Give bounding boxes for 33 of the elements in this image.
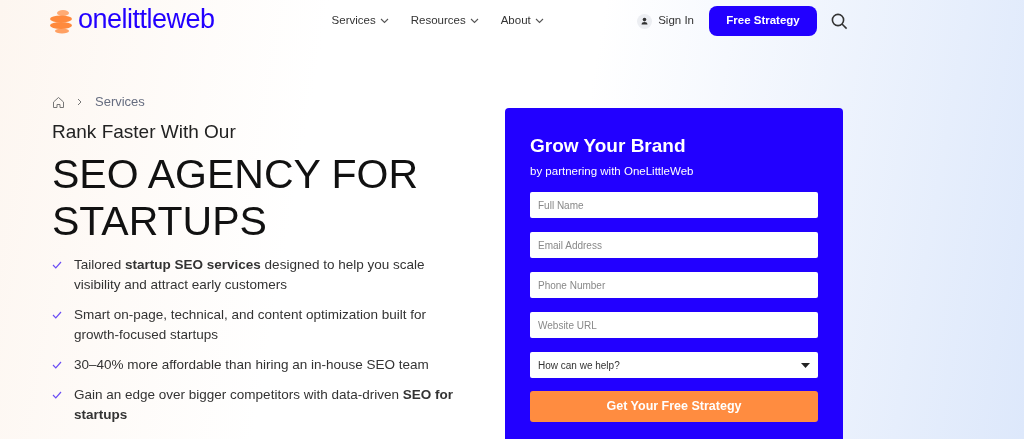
input-field[interactable]: Email Address <box>530 232 818 258</box>
input-field[interactable]: Phone Number <box>530 272 818 298</box>
hero-title: SEO AGENCY FOR <box>52 151 420 198</box>
select-field[interactable]: How can we help? <box>530 352 818 378</box>
check-icon <box>52 361 62 369</box>
chevron-down-icon <box>379 18 389 24</box>
bullet-text: Tailored startup SEO services designed to help you scale visibility and attract early customers <box>74 256 426 294</box>
dropdown-arrow-icon <box>801 362 810 368</box>
check-icon <box>52 261 62 269</box>
check-icon <box>52 391 62 399</box>
bullet-text: 30–40% more affordable than hiring an in-house SEO team <box>74 356 430 374</box>
free-strategy-button[interactable]: Free Strategy <box>709 6 817 36</box>
input-field[interactable]: Full Name <box>530 192 818 218</box>
bullet-text: Gain an edge over bigger competitors with data-driven SEO for startups <box>74 386 454 424</box>
nav-link[interactable]: Resources <box>410 12 479 30</box>
bullet-text: Smart on-page, technical, and content optimization built for growth-focused startups <box>74 306 427 344</box>
user-icon <box>637 13 653 29</box>
nav-link[interactable]: Services <box>331 12 389 30</box>
home-icon[interactable] <box>52 95 65 109</box>
input-field[interactable]: Website URL <box>530 312 818 338</box>
chevron-right-icon <box>77 98 83 106</box>
nav-link[interactable]: About <box>500 12 544 30</box>
logo-wordmark[interactable]: onelittleweb <box>78 5 215 33</box>
breadcrumb-link[interactable]: Services <box>95 92 145 112</box>
form-title: Grow Your Brand <box>530 134 687 158</box>
search-icon[interactable] <box>831 12 848 30</box>
hero-kicker: Rank Faster With Our <box>52 120 237 144</box>
form-subtitle: by partnering with OneLittleWeb <box>530 164 695 179</box>
chevron-down-icon <box>469 18 479 24</box>
chevron-down-icon <box>534 18 544 24</box>
check-icon <box>52 311 62 319</box>
hero-title: STARTUPS <box>52 198 268 245</box>
sign-in-link[interactable]: Sign In <box>637 12 694 30</box>
